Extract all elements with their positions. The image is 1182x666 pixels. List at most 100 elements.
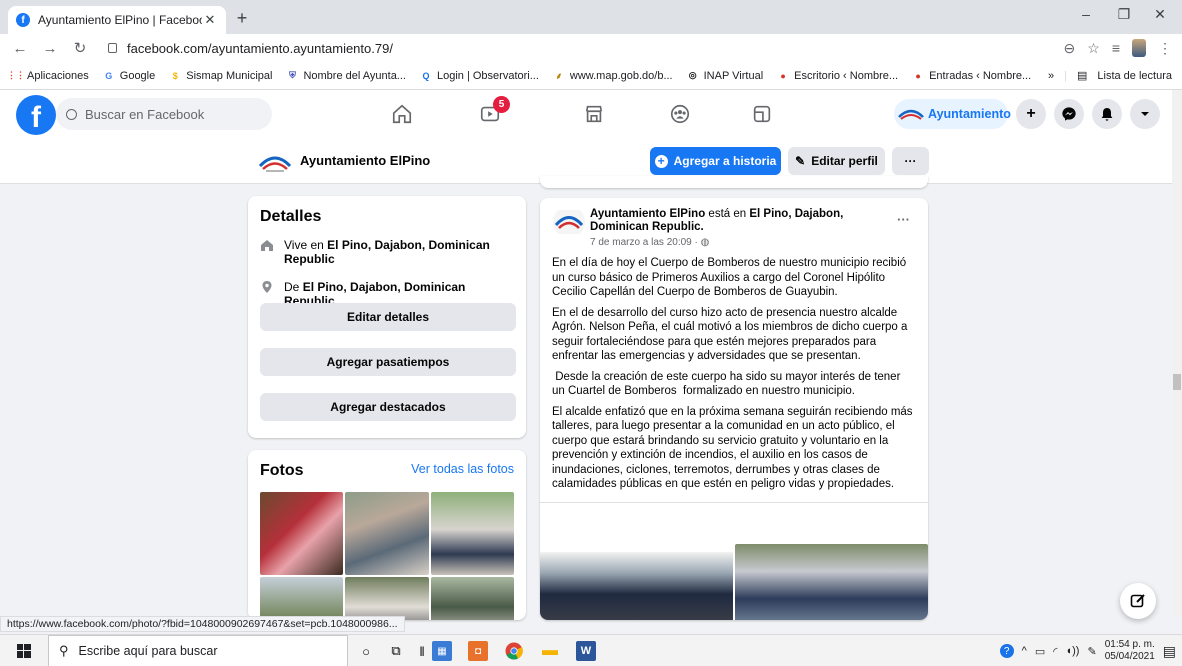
details-card: Detalles Vive en El Pino, Dajabon, Domin…	[248, 196, 526, 438]
search-icon: Q	[422, 70, 430, 81]
new-tab-icon[interactable]: +	[232, 8, 252, 29]
wp-icon: ●	[780, 70, 786, 81]
pen-icon[interactable]: ✎	[1087, 645, 1096, 658]
home-icon	[260, 238, 274, 252]
bookmark-item[interactable]: ● Entradas ‹ Nombre...	[912, 70, 1031, 82]
bookmark-item[interactable]: ● Escritorio ‹ Nombre...	[777, 70, 898, 82]
facebook-logo-icon[interactable]: f	[16, 95, 56, 135]
watch-icon[interactable]: 5	[478, 96, 510, 126]
bookmark-item[interactable]: ⛨ Nombre del Ayunta...	[286, 70, 406, 82]
post-timestamp[interactable]: 7 de marzo a las 20:09 · ◍	[590, 237, 709, 248]
photo-thumbnail[interactable]	[260, 577, 343, 620]
word-icon[interactable]: W	[576, 641, 596, 661]
facebook-favicon-icon: f	[16, 13, 30, 27]
show-hidden-icons-icon[interactable]: ^	[1022, 645, 1027, 657]
window-close-icon[interactable]: ✕	[1146, 6, 1174, 23]
google-icon: G	[105, 70, 113, 81]
photo-thumbnail[interactable]	[431, 577, 514, 620]
profile-name[interactable]: Ayuntamiento ElPino	[300, 153, 430, 168]
browser-tab-strip: f Ayuntamiento ElPino | Facebook ✕ + – ❐…	[0, 0, 1182, 34]
back-icon[interactable]: ←	[8, 40, 32, 57]
profile-shortcut[interactable]: Ayuntamiento	[894, 99, 1011, 129]
facebook-header: f Buscar en Facebook 5 Ayuntamiento +	[0, 90, 1172, 140]
photo-thumbnail[interactable]	[260, 492, 343, 575]
reading-list-link[interactable]: Lista de lectura	[1097, 70, 1172, 82]
account-menu-icon[interactable]	[1130, 99, 1160, 129]
home-icon[interactable]	[390, 102, 414, 126]
watch-badge: 5	[493, 96, 510, 113]
messenger-icon[interactable]	[1054, 99, 1084, 129]
browser-menu-icon[interactable]: ⋮	[1158, 40, 1172, 57]
search-icon: ⚲	[59, 643, 69, 658]
zoom-icon[interactable]: ⊖	[1064, 40, 1076, 57]
notifications-icon[interactable]: ▤	[1163, 643, 1176, 660]
notifications-bell-icon[interactable]	[1092, 99, 1122, 129]
post-author-link[interactable]: Ayuntamiento ElPino	[590, 208, 705, 220]
cortana-icon[interactable]: ○	[356, 641, 376, 661]
bookmark-item[interactable]: ⸙ www.map.gob.do/b...	[553, 70, 673, 82]
edit-profile-button[interactable]: ✎ Editar perfil	[788, 147, 885, 175]
bookmark-item[interactable]: ◎ INAP Virtual	[687, 70, 763, 82]
post-header: Ayuntamiento ElPino está en El Pino, Daj…	[590, 208, 844, 233]
photos-card: Fotos Ver todas las fotos	[248, 450, 526, 620]
store-icon[interactable]: ▦	[432, 641, 452, 661]
add-story-button[interactable]: + Agregar a historia	[650, 147, 781, 175]
bookmark-star-icon[interactable]: ☆	[1087, 40, 1100, 57]
bookmark-item[interactable]: Q Login | Observatori...	[420, 70, 538, 82]
lock-icon	[108, 43, 117, 53]
address-bar[interactable]: facebook.com/ayuntamiento.ayuntamiento.7…	[98, 37, 1098, 59]
photo-thumbnail[interactable]	[345, 577, 429, 620]
task-view-icon[interactable]: ⧉	[386, 641, 406, 661]
location-pin-icon	[260, 280, 274, 294]
photo-thumbnail[interactable]	[345, 492, 429, 575]
add-hobbies-button[interactable]: Agregar pasatiempos	[260, 348, 516, 376]
photo-thumbnail[interactable]	[431, 492, 514, 575]
bookmark-item[interactable]: ⋮⋮ Aplicaciones	[7, 70, 89, 82]
bookmark-item[interactable]: $ Sismap Municipal	[169, 70, 273, 82]
marketplace-icon[interactable]	[582, 102, 606, 126]
help-icon[interactable]: ?	[999, 644, 1014, 658]
restore-icon[interactable]: ❐	[1110, 6, 1138, 23]
apps-grid-icon: ⋮⋮	[7, 70, 25, 80]
new-message-button[interactable]	[1120, 583, 1156, 619]
page-scrollbar[interactable]	[1172, 90, 1182, 616]
create-icon[interactable]: +	[1016, 99, 1046, 129]
forward-icon[interactable]: →	[38, 40, 62, 57]
outlook-icon[interactable]: ◘	[468, 641, 488, 661]
profile-avatar[interactable]	[1132, 39, 1146, 57]
wifi-icon[interactable]: ◜	[1053, 645, 1057, 658]
windows-start-icon[interactable]	[14, 641, 34, 661]
reading-list-icon[interactable]: ≡	[1112, 40, 1120, 56]
taskbar-search-input[interactable]: ⚲ Escribe aquí para buscar	[48, 635, 348, 666]
reload-icon[interactable]: ↻	[68, 39, 92, 57]
groups-icon[interactable]	[668, 102, 692, 126]
more-bookmarks-icon[interactable]: »	[1048, 70, 1054, 82]
add-featured-button[interactable]: Agregar destacados	[260, 393, 516, 421]
post-menu-icon[interactable]: ···	[897, 212, 910, 227]
clock[interactable]: 01:54 p. m. 05/04/2021	[1105, 639, 1155, 663]
shield-icon: ⛨	[289, 70, 296, 80]
wp-icon: ●	[915, 70, 921, 81]
bookmark-item[interactable]: G Google	[103, 70, 155, 82]
gaming-icon[interactable]	[750, 102, 774, 126]
post-paragraph: En el de desarrollo del curso hizo acto …	[552, 306, 908, 363]
minimize-icon[interactable]: –	[1072, 6, 1100, 22]
scrollbar-thumb[interactable]	[1173, 374, 1181, 390]
chrome-icon[interactable]	[504, 641, 524, 661]
facebook-search-input[interactable]: Buscar en Facebook	[56, 98, 272, 130]
plus-circle-icon: +	[654, 154, 668, 168]
post-paragraph: El alcalde enfatizó que en la próxima se…	[552, 405, 913, 491]
see-all-photos-link[interactable]: Ver todas las fotos	[411, 462, 514, 476]
post-paragraph: En el día de hoy el Cuerpo de Bomberos d…	[552, 257, 907, 298]
system-tray: ? ^ ▭ ◜ ◖)) ✎ 01:54 p. m. 05/04/2021 ▤	[999, 635, 1176, 666]
post-photo[interactable]	[540, 552, 733, 620]
volume-icon[interactable]: ◖))	[1066, 645, 1080, 657]
post-author-avatar[interactable]	[552, 206, 586, 238]
post-photo[interactable]	[735, 544, 928, 620]
battery-icon[interactable]: ▭	[1035, 645, 1045, 658]
edit-details-button[interactable]: Editar detalles	[260, 303, 516, 331]
more-options-button[interactable]: ···	[892, 147, 929, 175]
browser-tab[interactable]: f Ayuntamiento ElPino | Facebook ✕	[8, 6, 226, 34]
close-tab-icon[interactable]: ✕	[202, 12, 218, 28]
file-explorer-icon[interactable]: ▬	[540, 641, 560, 661]
